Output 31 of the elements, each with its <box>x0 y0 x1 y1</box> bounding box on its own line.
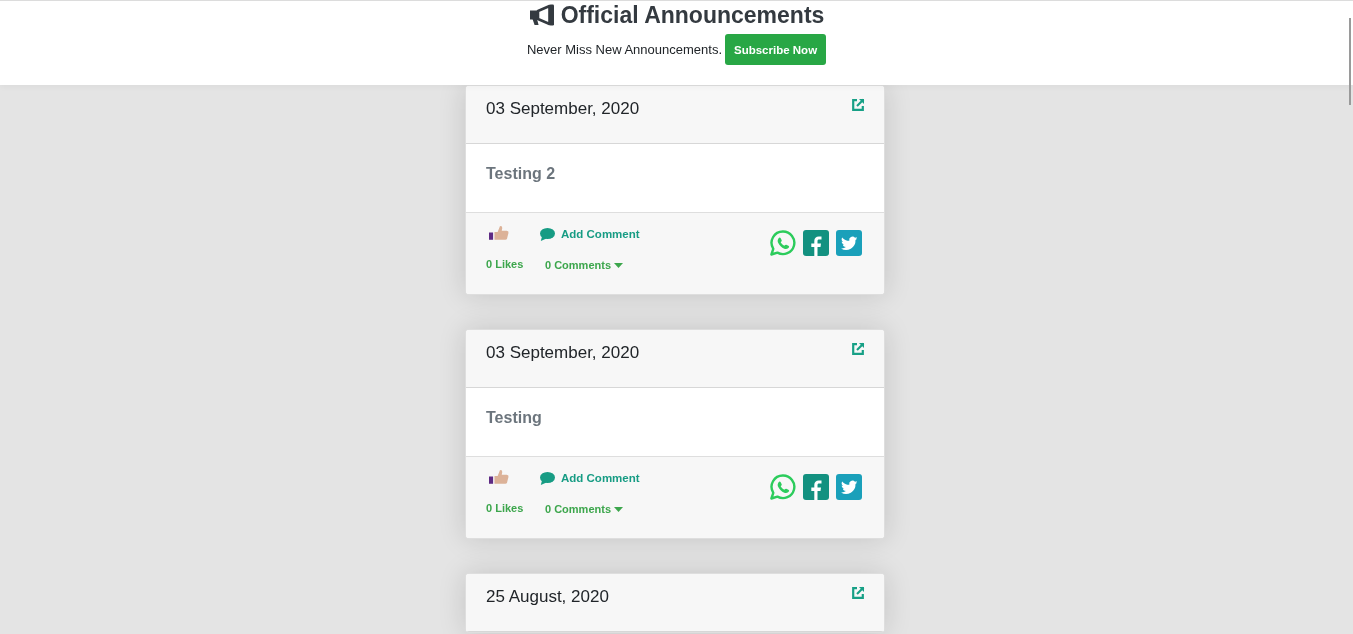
external-link-icon[interactable] <box>851 98 865 112</box>
whatsapp-icon[interactable] <box>770 474 796 500</box>
twitter-icon[interactable] <box>836 474 862 500</box>
thumbs-up-icon[interactable] <box>489 469 509 484</box>
facebook-icon[interactable] <box>803 474 829 500</box>
facebook-icon[interactable] <box>803 230 829 256</box>
add-comment-link[interactable]: Add Comment <box>540 226 640 242</box>
date-text: 25 August, 2020 <box>486 586 609 608</box>
twitter-icon[interactable] <box>836 230 862 256</box>
announcement-title: Testing <box>486 409 542 426</box>
tagline: Never Miss New Announcements. <box>526 42 722 57</box>
caret-down-icon <box>614 507 624 512</box>
likes-count: 0 Likes <box>486 501 525 516</box>
thumbs-up-icon[interactable] <box>489 225 509 240</box>
comments-toggle[interactable]: 0 Comments <box>545 501 640 517</box>
likes-count: 0 Likes <box>486 257 525 272</box>
scrollbar-thumb[interactable] <box>1349 18 1351 105</box>
external-link-icon[interactable] <box>851 342 865 356</box>
external-link-icon[interactable] <box>851 586 865 600</box>
caret-down-icon <box>614 263 624 268</box>
page-title: Official Announcements <box>560 1 825 29</box>
subscribe-button[interactable]: Subscribe Now <box>725 34 827 65</box>
comment-icon <box>540 227 555 241</box>
comment-icon <box>540 471 555 485</box>
megaphone-icon <box>528 4 555 26</box>
date-text: 03 September, 2020 <box>486 98 640 120</box>
comments-toggle[interactable]: 0 Comments <box>545 257 640 273</box>
whatsapp-icon[interactable] <box>770 230 796 256</box>
date-text: 03 September, 2020 <box>486 342 640 364</box>
announcement-title: Testing 2 <box>486 165 556 182</box>
add-comment-link[interactable]: Add Comment <box>540 470 640 486</box>
